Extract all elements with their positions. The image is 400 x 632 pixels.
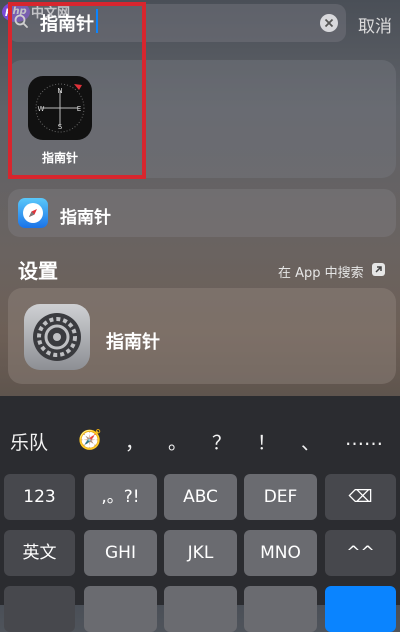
search-in-app-link[interactable]: 在 App 中搜索 (278, 262, 364, 281)
candidate[interactable]: 、 (301, 428, 320, 455)
candidate[interactable]: ？ (212, 428, 231, 455)
clear-icon[interactable] (320, 14, 338, 32)
settings-result-label[interactable]: 指南针 (106, 328, 160, 354)
settings-section-title: 设置 (18, 259, 58, 283)
candidate[interactable]: 。 (168, 428, 187, 455)
key-abc[interactable]: ABC (164, 474, 237, 520)
key-english[interactable]: 英文 (4, 530, 75, 576)
key-jkl[interactable]: JKL (164, 530, 237, 576)
compass-emoji-candidate[interactable]: 🧭 (78, 428, 102, 451)
key-mno[interactable]: MNO (244, 530, 317, 576)
candidate[interactable]: ！ (257, 428, 276, 455)
key-emoticon[interactable]: ^^ (325, 530, 396, 576)
delete-key-icon[interactable]: ⌫ (325, 474, 396, 520)
key-row3[interactable] (244, 586, 317, 632)
candidate[interactable]: ， (125, 428, 144, 455)
candidate[interactable]: …… (345, 428, 383, 450)
cancel-button[interactable]: 取消 (358, 12, 392, 37)
key-row3[interactable] (164, 586, 237, 632)
key-def[interactable]: DEF (244, 474, 317, 520)
arrow-up-right-icon[interactable] (372, 263, 385, 276)
key-punctuation[interactable]: ,。?! (84, 474, 157, 520)
key-123[interactable]: 123 (4, 474, 75, 520)
safari-icon (18, 198, 48, 228)
candidate[interactable]: 乐队 (10, 428, 48, 455)
search-key[interactable] (325, 586, 396, 632)
key-ghi[interactable]: GHI (84, 530, 157, 576)
suggestion-label[interactable]: 指南针 (60, 203, 111, 228)
candidate-bar: 乐队 🧭 ， 。 ？ ！ 、 …… (0, 428, 400, 464)
key-row3[interactable] (84, 586, 157, 632)
key-row3-left[interactable] (4, 586, 75, 632)
settings-icon (24, 304, 90, 370)
highlight-box (8, 2, 146, 179)
